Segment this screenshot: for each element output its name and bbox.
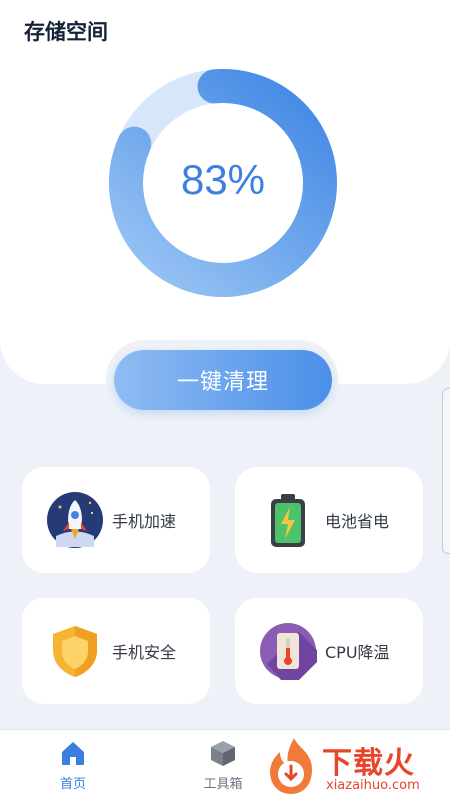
- tile-label: 手机安全: [112, 643, 177, 662]
- nav-item-toolbox[interactable]: 工具箱: [178, 738, 268, 792]
- tile-battery-saver[interactable]: 电池省电: [235, 467, 423, 573]
- flame-logo-icon: [270, 738, 312, 794]
- battery-icon: [271, 494, 305, 547]
- rocket-icon: [47, 492, 103, 548]
- one-tap-clean-button[interactable]: 一键清理: [114, 350, 332, 410]
- nav-item-home[interactable]: 首页: [28, 738, 118, 792]
- watermark-domain: xiazaihuo.com: [326, 778, 420, 793]
- side-drawer-handle[interactable]: [442, 388, 450, 554]
- nav-label: 工具箱: [203, 777, 243, 792]
- tile-label: CPU降温: [325, 643, 390, 662]
- watermark-title: 下载火: [322, 746, 415, 781]
- tile-cpu-cooling[interactable]: CPU降温: [235, 598, 423, 704]
- home-icon: [62, 742, 84, 765]
- tile-label: 电池省电: [325, 512, 390, 531]
- shield-icon: [53, 626, 97, 677]
- toolbox-icon: [211, 741, 235, 766]
- watermark: 下载火 xiazaihuo.com: [264, 736, 450, 800]
- storage-percent: 83%: [180, 156, 266, 203]
- nav-label: 首页: [59, 777, 86, 792]
- tile-label: 手机加速: [112, 512, 177, 531]
- tile-phone-speedup[interactable]: 手机加速: [22, 467, 210, 573]
- tile-phone-security[interactable]: 手机安全: [22, 598, 210, 704]
- thermometer-icon: [260, 623, 317, 680]
- page-title: 存储空间: [24, 20, 108, 44]
